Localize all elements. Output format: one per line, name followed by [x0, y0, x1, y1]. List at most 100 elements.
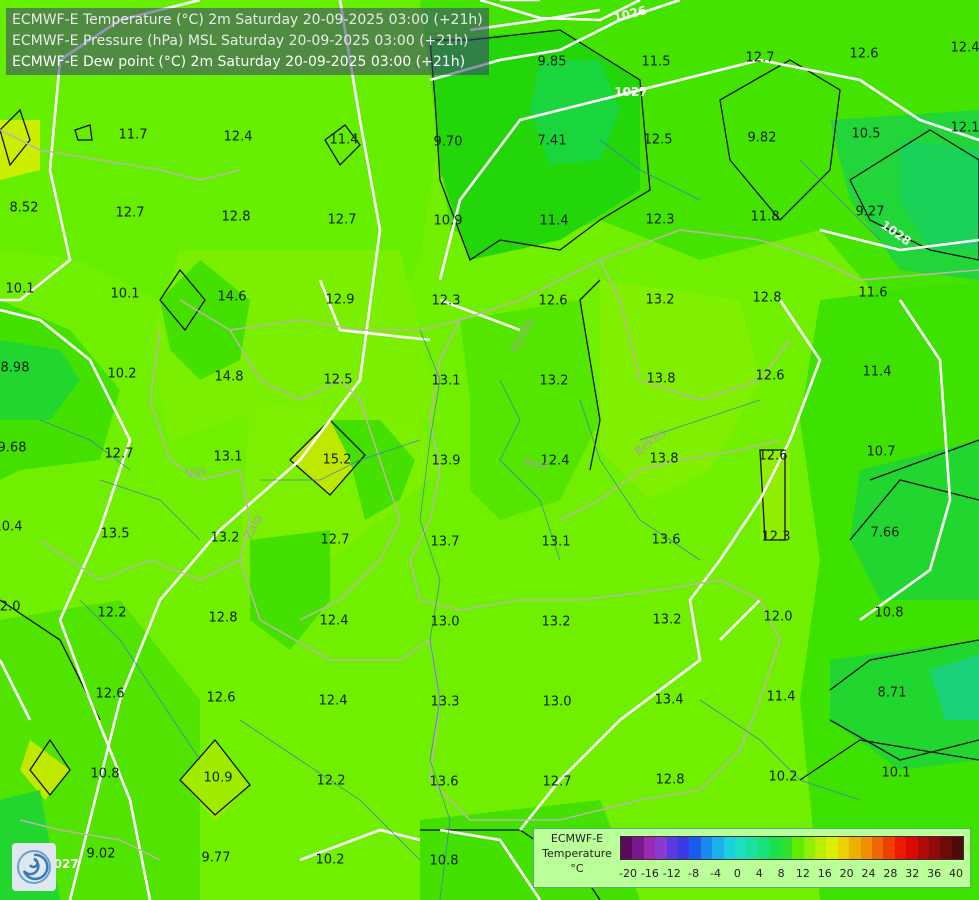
temp-value: 11.5 [641, 54, 671, 70]
temp-value: 7.66 [870, 525, 900, 541]
legend-swatch [735, 837, 747, 859]
temp-value: 12.4 [223, 129, 253, 145]
legend-swatch [792, 837, 804, 859]
temp-value: 10.1 [5, 281, 35, 297]
legend-tick-label: 16 [817, 867, 832, 880]
temp-value: 12.6 [538, 293, 568, 309]
temp-value: 10.8 [429, 853, 459, 869]
temp-value: 11.4 [766, 689, 796, 705]
temp-value: 12.1 [950, 120, 979, 136]
temp-value: 9.85 [537, 54, 567, 70]
temp-value: 13.0 [542, 694, 572, 710]
temp-value: 13.4 [654, 692, 684, 708]
temp-value: 12.3 [431, 293, 461, 309]
temp-value: 9.27 [855, 204, 885, 220]
temp-value: 13.0 [430, 614, 460, 630]
legend-swatch [689, 837, 701, 859]
temp-value: 12.8 [221, 209, 251, 225]
legend-swatch [951, 837, 964, 859]
legend-swatch [860, 837, 872, 859]
temp-value: 12.4 [950, 40, 979, 56]
legend-tick-label: -4 [709, 867, 721, 880]
legend-swatch [940, 837, 952, 859]
legend-swatch [837, 837, 850, 859]
temp-value: 11.7 [118, 127, 148, 143]
legend-swatch [894, 837, 907, 859]
temp-value: 10.8 [874, 605, 904, 621]
temp-value: 15.2 [322, 452, 352, 468]
legend-colorbar [620, 836, 964, 860]
temp-value: 11.8 [750, 209, 780, 225]
temp-value: 13.6 [651, 532, 681, 548]
temp-value: 13.2 [539, 373, 569, 389]
legend-swatch [655, 837, 667, 859]
temp-value: 12.7 [104, 446, 134, 462]
temp-value: 12.6 [849, 46, 879, 62]
legend-swatch [769, 837, 781, 859]
legend-tick-label: 28 [883, 867, 898, 880]
temp-value: 12.3 [645, 212, 675, 228]
temp-value: 13.2 [645, 292, 675, 308]
temp-value: 14.6 [217, 289, 247, 305]
temp-value: 12.4 [319, 613, 349, 629]
legend-tick-label: -12 [662, 867, 681, 880]
temp-value: 12.7 [320, 532, 350, 548]
temp-value: 13.6 [429, 774, 459, 790]
temp-value: 13.1 [541, 534, 571, 550]
dewpoint-title: ECMWF-E Dew point (°C) 2m Saturday 20-09… [12, 54, 466, 70]
legend-swatch [746, 837, 758, 859]
temp-value: 12.4 [318, 693, 348, 709]
temperature-title: ECMWF-E Temperature (°C) 2m Saturday 20-… [12, 12, 483, 28]
temp-value: 12.7 [115, 205, 145, 221]
temp-value: 12.6 [758, 448, 788, 464]
temp-value: 9.02 [86, 846, 116, 862]
temp-value: 12.6 [206, 690, 236, 706]
temp-value: 13.1 [213, 449, 243, 465]
temp-value: 11.4 [862, 364, 892, 380]
temp-value: 12.0 [0, 599, 21, 615]
temp-value: 13.9 [431, 453, 461, 469]
temp-value: 11.4 [539, 213, 569, 229]
legend-tick-label: 0 [733, 867, 741, 880]
temp-value: 10.1 [110, 286, 140, 302]
temp-value: 9.70 [433, 134, 463, 150]
temp-value: 12.5 [643, 132, 673, 148]
temp-value: 12.2 [316, 773, 346, 789]
temp-value: 10.9 [203, 770, 233, 786]
legend-swatch [780, 837, 793, 859]
legend-swatch [700, 837, 713, 859]
temp-value: 13.2 [210, 530, 240, 546]
temp-value: 10.4 [0, 519, 23, 535]
ecmwf-logo [12, 843, 56, 891]
legend-tick-label: -16 [640, 867, 659, 880]
legend-swatch [826, 837, 838, 859]
temp-value: 10.2 [768, 769, 798, 785]
legend-tick-label: 40 [949, 867, 963, 880]
temp-value: 11.4 [329, 132, 359, 148]
temp-value: 10.2 [315, 852, 345, 868]
legend-swatch [814, 837, 827, 859]
temp-value: 9.77 [201, 850, 231, 866]
legend-tick-label: 24 [861, 867, 876, 880]
temp-value: 13.2 [652, 612, 682, 628]
legend-swatch [803, 837, 815, 859]
legend-swatch [928, 837, 941, 859]
temp-value: 13.8 [649, 451, 679, 467]
temp-value: 13.2 [541, 614, 571, 630]
legend-tick-label: 36 [927, 867, 942, 880]
legend-swatch [849, 837, 861, 859]
temp-value: 10.7 [866, 444, 896, 460]
legend-swatch [632, 837, 644, 859]
temp-value: 12.7 [745, 50, 775, 66]
temp-value: 10.2 [107, 366, 137, 382]
legend-swatch [621, 837, 633, 859]
legend-tick-label: 20 [839, 867, 854, 880]
legend-swatch [723, 837, 736, 859]
swirl-icon [17, 850, 51, 884]
legend-tick-label: 12 [795, 867, 810, 880]
legend-swatch [906, 837, 918, 859]
legend-tick-label: -20 [619, 867, 637, 880]
isobar-label: 1027 [614, 85, 648, 99]
temp-value: 8.71 [877, 685, 907, 701]
temp-value: 8.98 [0, 360, 30, 376]
